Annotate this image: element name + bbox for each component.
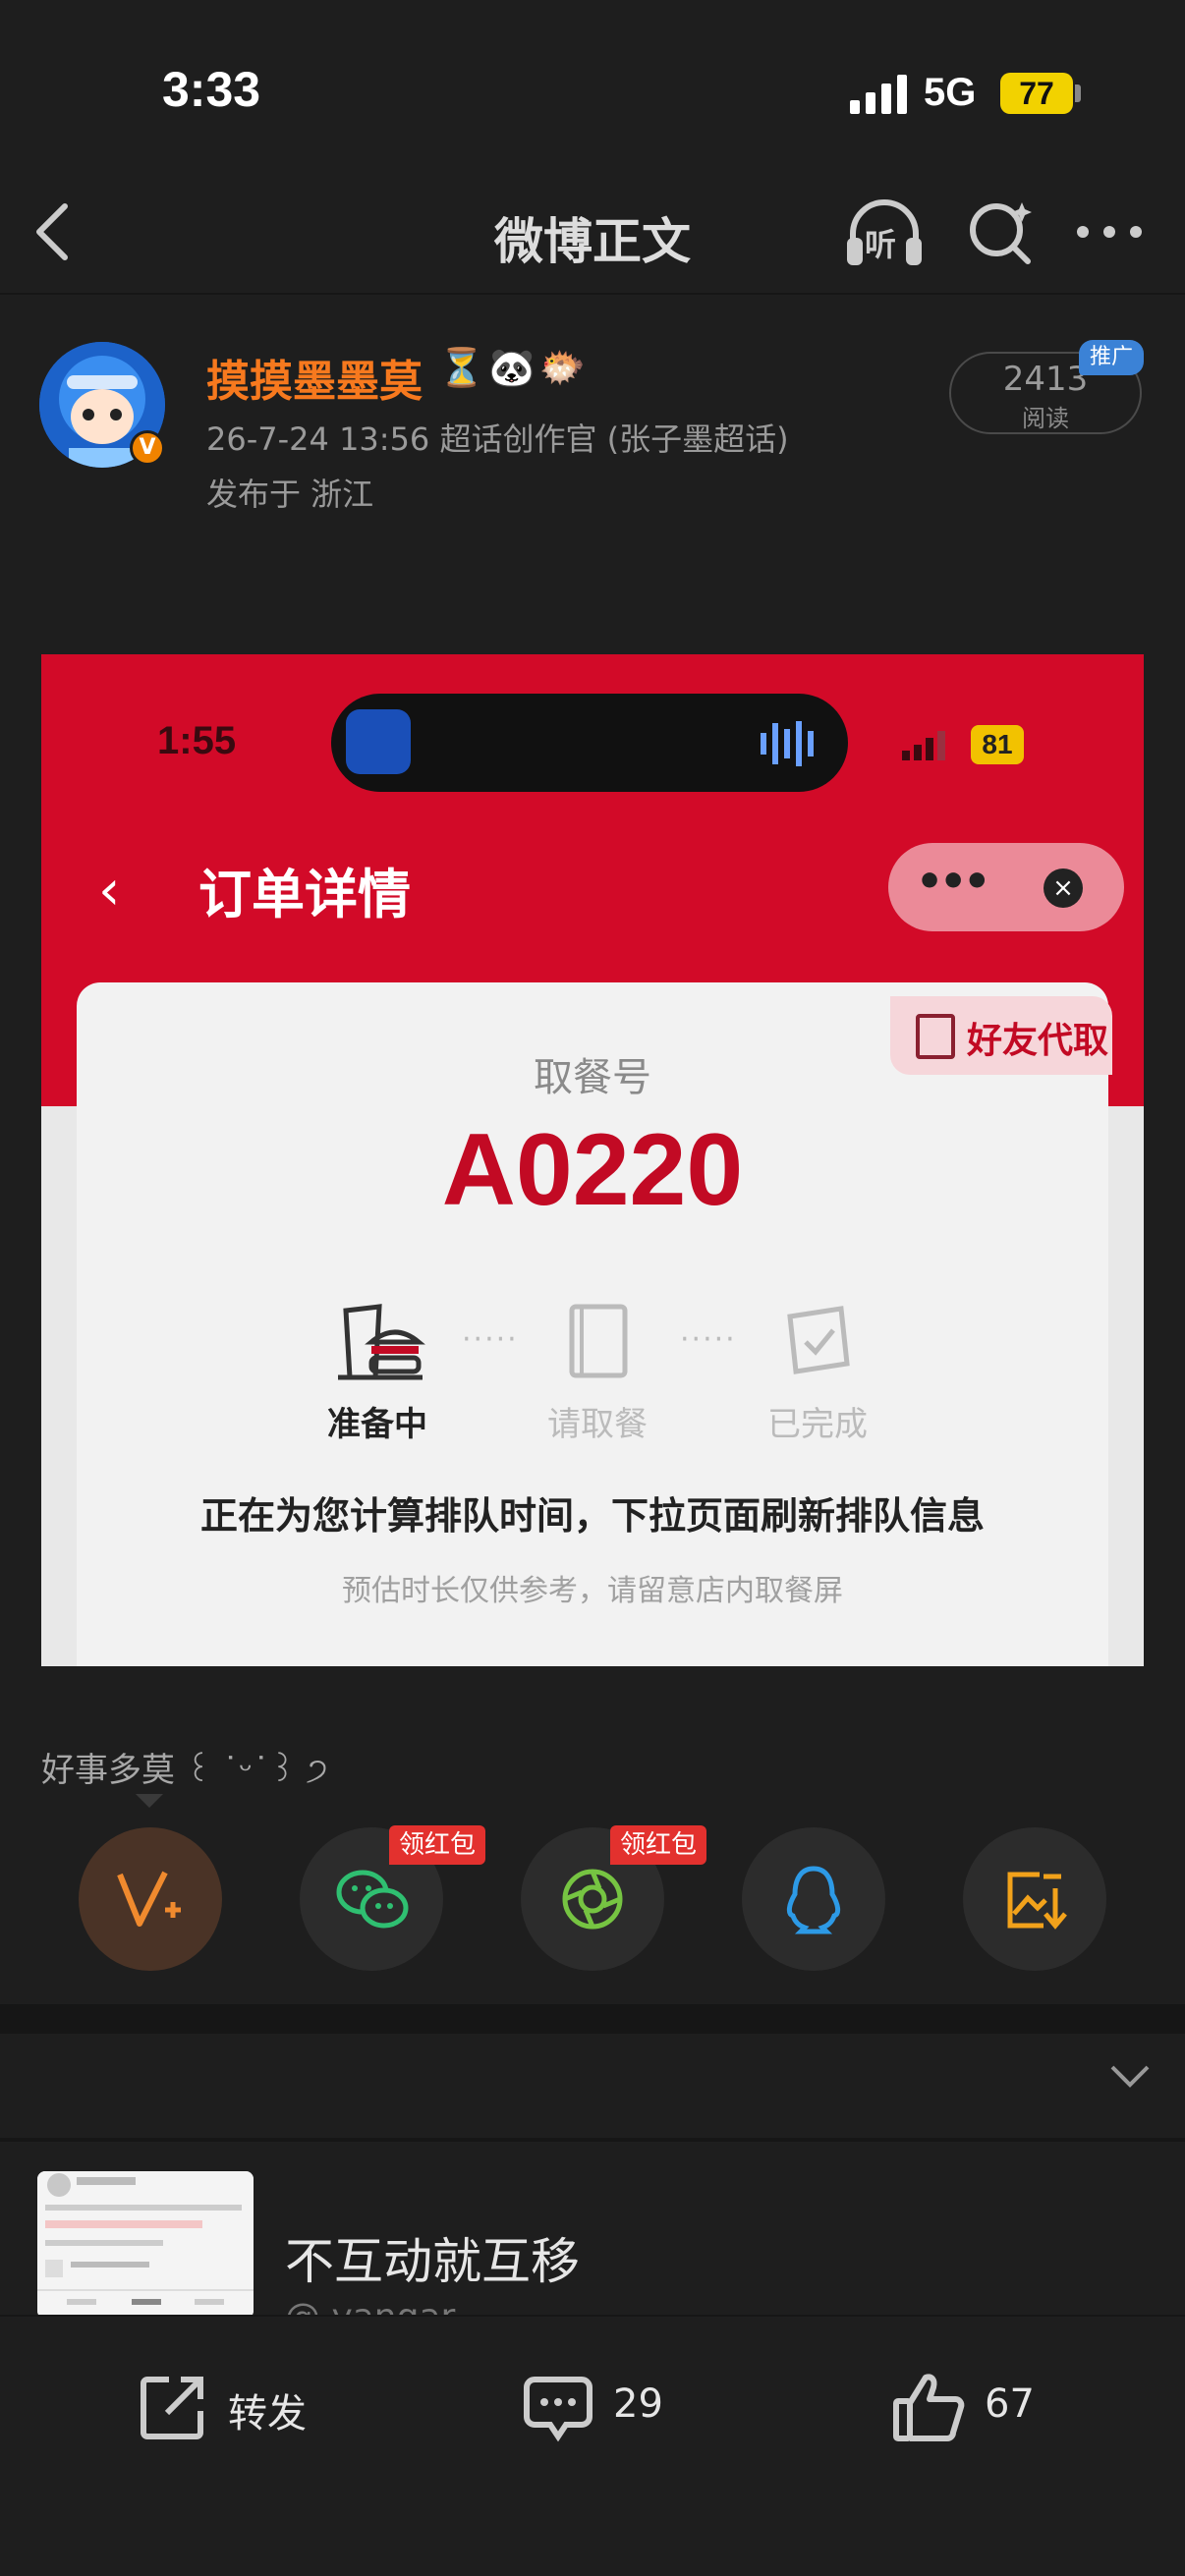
qq-icon	[786, 1866, 841, 1934]
section-divider	[0, 2138, 1185, 2142]
step-connector: ·····	[462, 1322, 519, 1357]
more-icon[interactable]	[1075, 222, 1144, 242]
post-image[interactable]: 1:55 81 ‹ 订单详情 ••• × 好友代取 取餐号 A0220 准备中 …	[41, 654, 1144, 1666]
step-done: 已完成	[767, 1405, 868, 1444]
bag-check-icon	[787, 1306, 850, 1374]
signal-icon	[850, 75, 907, 114]
reads-label: 阅读	[1022, 405, 1069, 432]
weibo-repost-icon	[117, 1871, 181, 1927]
redpacket-tag-wechat[interactable]: 领红包	[389, 1825, 486, 1865]
listen-label: 听	[865, 226, 897, 263]
repost-button[interactable]: 转发	[134, 2368, 369, 2446]
capsule-more-icon: •••	[916, 857, 990, 907]
related-thumbnail-image	[37, 2171, 254, 2319]
share-icon	[141, 2377, 203, 2439]
wechat-icon	[336, 1870, 409, 1929]
receipt-icon	[569, 1304, 628, 1378]
related-title[interactable]: 不互动就互移	[285, 2222, 580, 2293]
step-connector: ·····	[680, 1322, 737, 1357]
search-icon[interactable]	[967, 196, 1036, 265]
image-back-icon: ‹	[98, 859, 121, 923]
author-emoji: ⏳🐼🐡	[438, 346, 590, 389]
queue-notice: 正在为您计算排队时间，下拉页面刷新排队信息	[199, 1494, 985, 1538]
step-pickup: 请取餐	[547, 1405, 648, 1444]
bottom-toolbar: 转发 29 67	[0, 2315, 1185, 2576]
queue-subnotice: 预估时长仅供参考，请留意店内取餐屏	[342, 1574, 843, 1608]
related-thumbnail[interactable]	[37, 2171, 254, 2319]
save-image-icon	[1007, 1872, 1067, 1930]
status-time: 3:33	[162, 62, 261, 117]
listen-button[interactable]: 听	[843, 195, 926, 269]
meal-number: A0220	[441, 1113, 744, 1227]
battery-icon: 77	[1000, 73, 1081, 114]
meal-number-label: 取餐号	[534, 1055, 651, 1100]
verified-badge: V	[130, 430, 165, 466]
redpacket-tag-moments[interactable]: 领红包	[610, 1825, 707, 1865]
comment-button[interactable]: 29	[519, 2368, 715, 2446]
network-type: 5G	[924, 71, 977, 114]
image-status-time: 1:55	[157, 719, 237, 762]
section-divider	[0, 2004, 1185, 2034]
post-meta: 26-7-24 13:56 超话创作官 (张子墨超话)	[206, 420, 789, 458]
post-caption: 好事多莫 ꒰ ˙ᵕ˙꒱ ੭	[41, 1751, 328, 1790]
image-signal-icon	[902, 731, 945, 760]
promo-tag[interactable]: 推广	[1079, 340, 1144, 375]
image-battery: 81	[971, 725, 1024, 764]
share-weibo-button[interactable]	[79, 1827, 222, 1971]
like-button[interactable]: 67	[888, 2368, 1085, 2446]
comment-icon	[524, 2377, 592, 2442]
order-title: 订单详情	[198, 864, 411, 925]
repost-label: 转发	[228, 2391, 307, 2436]
capsule-close-icon: ×	[1044, 868, 1083, 908]
post-location: 发布于 浙江	[206, 476, 374, 513]
album-art-icon	[346, 709, 411, 774]
burger-icon	[338, 1304, 425, 1380]
share-pointer	[136, 1794, 163, 1808]
battery-level: 77	[1000, 73, 1073, 114]
nav-bar: 微博正文 听	[0, 167, 1185, 295]
step-preparing: 准备中	[327, 1405, 427, 1444]
chevron-down-icon[interactable]	[1110, 2061, 1150, 2091]
like-count: 67	[985, 2381, 1035, 2427]
waveform-icon	[761, 721, 814, 766]
share-qq-button[interactable]	[742, 1827, 885, 1971]
status-bar: 3:33 5G 77	[0, 0, 1185, 187]
thumbs-up-icon	[893, 2374, 965, 2441]
save-image-button[interactable]	[963, 1827, 1106, 1971]
author-name[interactable]: 摸摸墨墨莫	[206, 346, 423, 409]
moments-icon	[562, 1869, 623, 1930]
comment-count: 29	[613, 2381, 663, 2427]
